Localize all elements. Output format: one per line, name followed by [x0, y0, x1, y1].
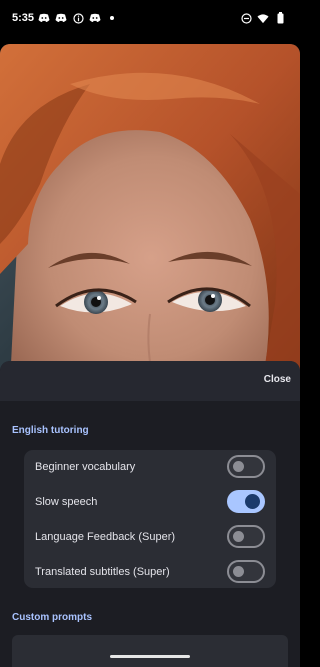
discord-icon	[89, 12, 101, 24]
toggle-knob	[245, 494, 260, 509]
section-title-custom-prompts: Custom prompts	[12, 612, 92, 623]
toggle-knob	[233, 566, 244, 577]
home-indicator[interactable]	[110, 655, 190, 658]
close-button[interactable]: Close	[264, 374, 291, 385]
sheet-header: Close	[0, 361, 300, 401]
translated-subtitles-toggle[interactable]	[227, 560, 265, 583]
settings-bottom-sheet: Close English tutoring Beginner vocabula…	[0, 361, 300, 667]
discord-icon	[38, 12, 50, 24]
toggle-knob	[233, 531, 244, 542]
section-title-english-tutoring: English tutoring	[12, 425, 89, 436]
setting-label: Language Feedback (Super)	[35, 531, 176, 543]
language-feedback-toggle[interactable]	[227, 525, 265, 548]
do-not-disturb-icon	[240, 12, 252, 24]
toggle-knob	[233, 461, 244, 472]
dot-icon	[106, 12, 118, 24]
setting-row-beginner-vocabulary: Beginner vocabulary	[24, 450, 276, 485]
discord-icon	[55, 12, 67, 24]
setting-row-language-feedback: Language Feedback (Super)	[24, 520, 276, 555]
avatar-portrait-image	[0, 44, 300, 384]
system-icons	[240, 12, 286, 24]
setting-label: Beginner vocabulary	[35, 461, 136, 473]
status-bar: 5:35	[0, 0, 300, 38]
battery-icon	[274, 12, 286, 24]
setting-label: Translated subtitles (Super)	[35, 566, 170, 578]
tutoring-settings-card: Beginner vocabulary Slow speech Language…	[24, 450, 276, 588]
wifi-icon	[257, 12, 269, 24]
beginner-vocabulary-toggle[interactable]	[227, 455, 265, 478]
custom-prompt-input[interactable]	[12, 635, 288, 667]
notification-icons	[38, 12, 118, 24]
setting-row-translated-subtitles: Translated subtitles (Super)	[24, 555, 276, 590]
info-icon	[72, 12, 84, 24]
slow-speech-toggle[interactable]	[227, 490, 265, 513]
setting-row-slow-speech: Slow speech	[24, 485, 276, 520]
setting-label: Slow speech	[35, 496, 98, 508]
status-time: 5:35	[12, 12, 35, 24]
